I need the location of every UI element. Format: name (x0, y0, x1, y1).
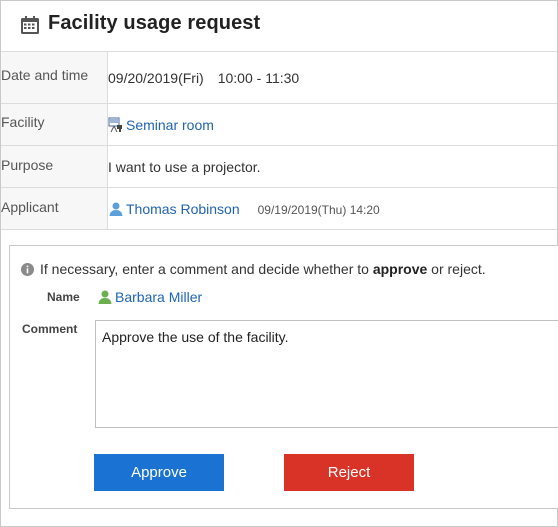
name-label: Name (47, 290, 80, 304)
note-prefix: If necessary, enter a comment and decide… (40, 261, 369, 277)
facility-label-text: Facility (1, 114, 45, 130)
time-text: 10:00 - 11:30 (217, 69, 300, 86)
date-row: Date and time 09/20/2019(Fri) 10:00 - 11:… (1, 51, 557, 104)
note-approve-word: approve (372, 261, 428, 277)
comment-label: Comment (22, 322, 78, 336)
date-label-text: Date and time (1, 67, 89, 83)
purpose-value: I want to use a projector. (107, 145, 557, 188)
request-details-table: Date and time 09/20/2019(Fri) 10:00 - 11:… (1, 51, 557, 230)
applicant-link[interactable]: Thomas Robinson (126, 201, 240, 217)
approval-panel: If necessary, enter a comment and decide… (9, 245, 558, 509)
purpose-row: Purpose I want to use a projector. (1, 145, 557, 188)
approver-name: Barbara Miller (97, 289, 202, 307)
user-icon (109, 202, 123, 216)
facility-link[interactable]: Seminar room (126, 117, 214, 133)
facility-value: Seminar room (107, 103, 557, 146)
date-label: Date and time (1, 51, 108, 104)
purpose-label: Purpose (1, 145, 108, 188)
facility-label: Facility (1, 103, 108, 146)
date-text: 09/20/2019(Fri) (108, 69, 204, 86)
applied-timestamp: 09/19/2019(Thu) 14:20 (257, 202, 380, 217)
facility-request-window: Facility usage request Date and time 09/… (0, 0, 558, 527)
note-suffix: or reject. (431, 261, 486, 277)
calendar-icon (21, 16, 39, 34)
applicant-label-text: Applicant (1, 199, 59, 215)
facility-icon (108, 117, 122, 132)
comment-textarea[interactable]: Approve the use of the facility. (95, 320, 558, 428)
info-icon (21, 262, 34, 276)
page-title: Facility usage request (48, 12, 261, 34)
approver-link[interactable]: Barbara Miller (115, 289, 202, 305)
approve-button[interactable]: Approve (94, 454, 224, 491)
page-header: Facility usage request (1, 1, 557, 51)
reject-button[interactable]: Reject (284, 454, 414, 491)
date-value: 09/20/2019(Fri) 10:00 - 11:30 (107, 51, 557, 104)
purpose-label-text: Purpose (1, 157, 54, 173)
facility-row: Facility Seminar room (1, 103, 557, 146)
approval-note: If necessary, enter a comment and decide… (21, 261, 486, 277)
applicant-label: Applicant (1, 187, 108, 230)
applicant-value: Thomas Robinson 09/19/2019(Thu) 14:20 (107, 187, 557, 230)
applicant-row: Applicant Thomas Robinson 09/19/2019(Thu)… (1, 187, 557, 230)
user-icon (98, 290, 112, 304)
